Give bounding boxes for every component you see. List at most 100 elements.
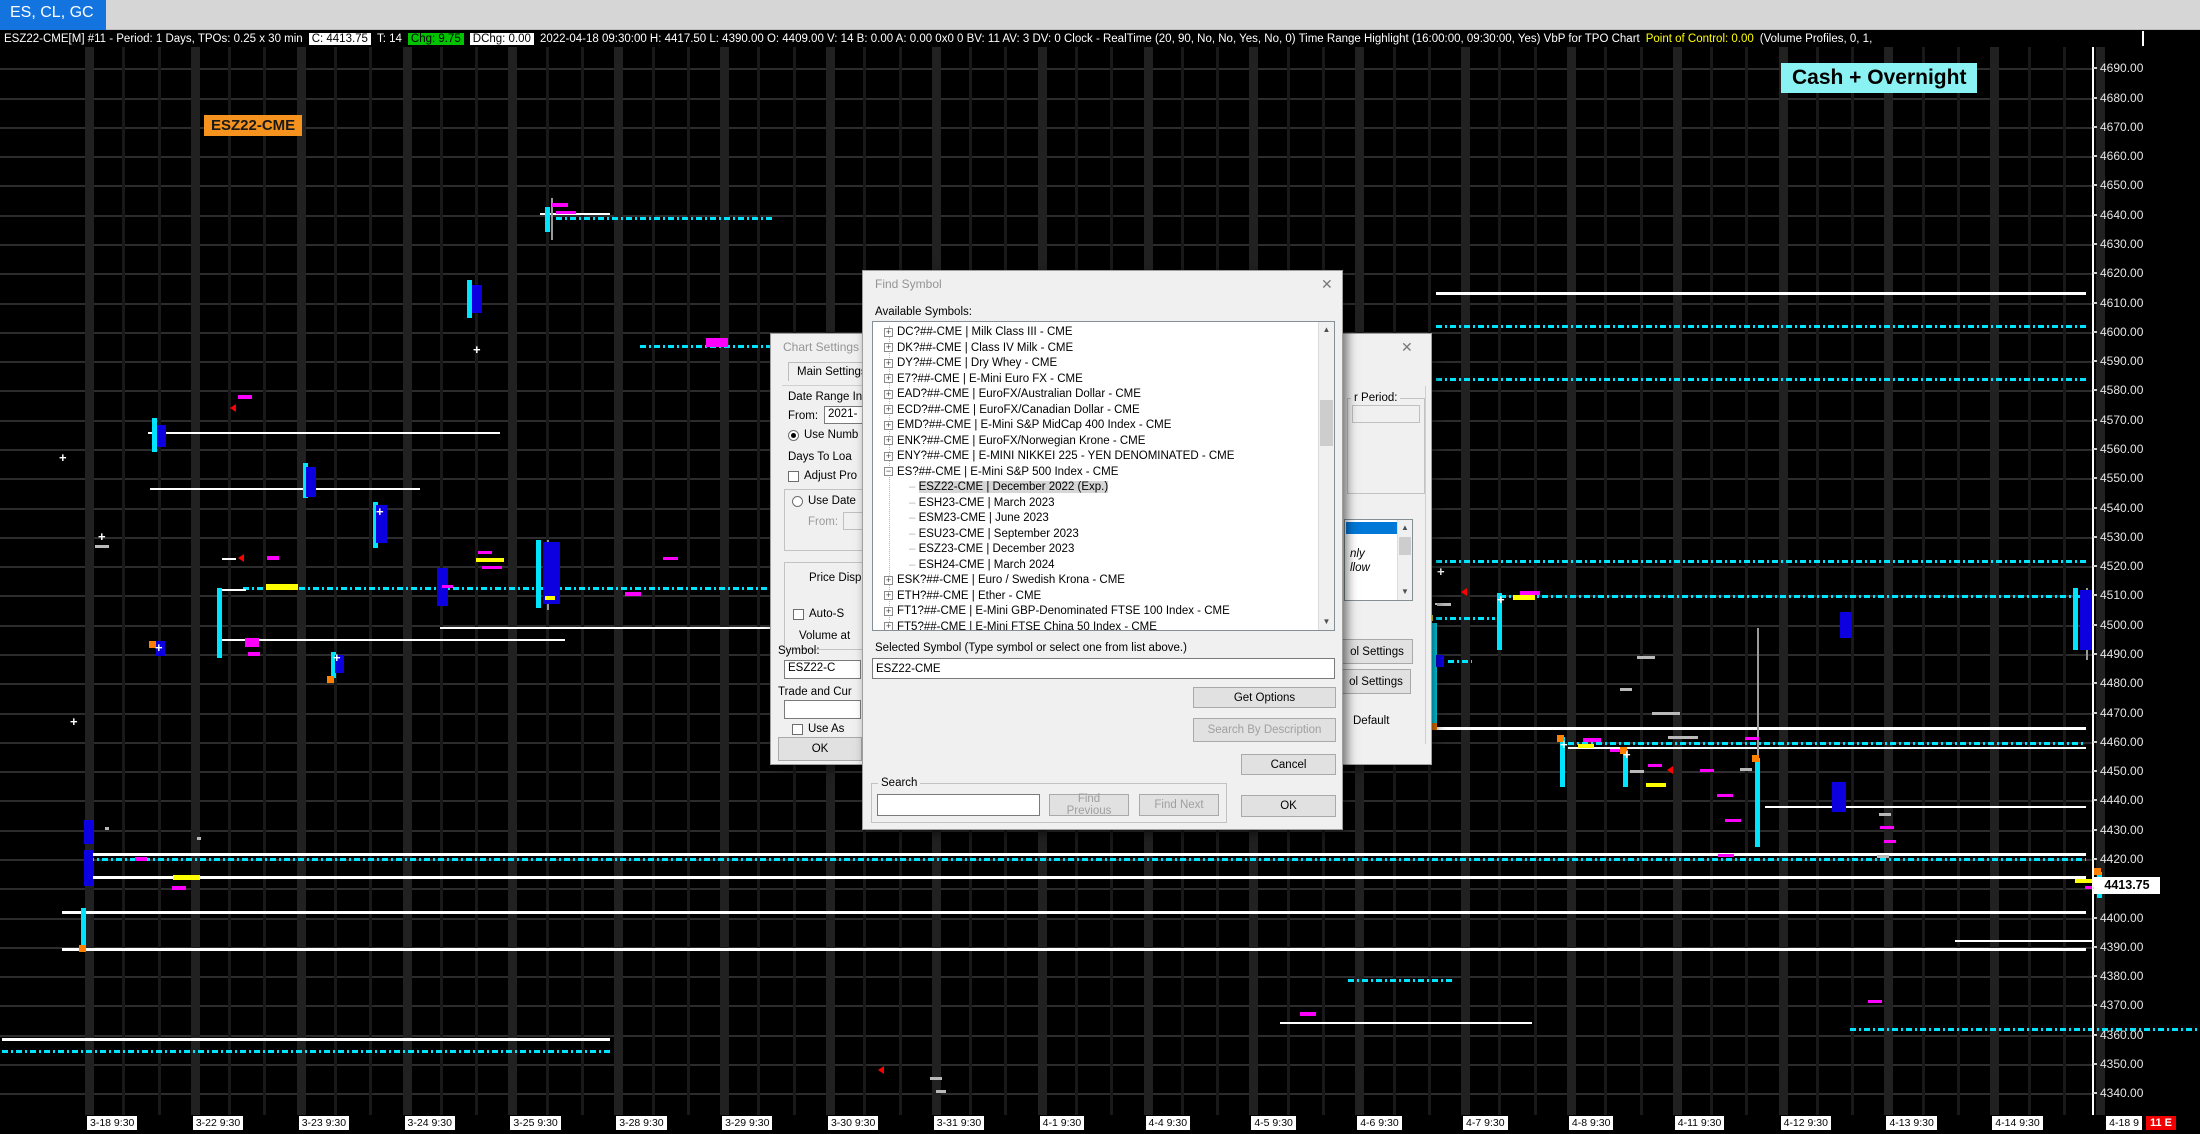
- symbol-tree-item-label[interactable]: ESH23-CME | March 2023: [919, 497, 1055, 509]
- price-axis-label: 4540.00: [2100, 501, 2143, 515]
- find-previous-button[interactable]: Find Previous: [1049, 794, 1129, 816]
- symbol-tree-item[interactable]: + ETH?##-CME | Ether - CME: [884, 590, 1324, 606]
- symbol-tree-item-label[interactable]: ECD?##-CME | EuroFX/Canadian Dollar - CM…: [897, 404, 1140, 416]
- tpo-mark-gray: [1740, 768, 1752, 771]
- listbox-item[interactable]: llow: [1350, 562, 1370, 574]
- adjust-checkbox[interactable]: [788, 471, 799, 482]
- chartbook-tab[interactable]: ES, CL, GC: [0, 0, 106, 30]
- symbol-tree-item-label[interactable]: ETH?##-CME | Ether - CME: [897, 590, 1041, 602]
- expand-icon[interactable]: +: [884, 359, 893, 368]
- chart-settings-ok-button[interactable]: OK: [778, 737, 862, 761]
- listbox-selected-row[interactable]: [1346, 522, 1397, 534]
- expand-icon[interactable]: +: [884, 576, 893, 585]
- default-button[interactable]: Default: [1353, 715, 1389, 727]
- expand-icon[interactable]: +: [884, 374, 893, 383]
- price-axis-label: 4470.00: [2100, 706, 2143, 720]
- trade-symbol-field[interactable]: [784, 700, 861, 719]
- symbol-tree-item-label[interactable]: FT1?##-CME | E-Mini GBP-Denominated FTSE…: [897, 605, 1230, 617]
- symbol-tree-item-label[interactable]: DY?##-CME | Dry Whey - CME: [897, 357, 1057, 369]
- symbol-tree-item-label[interactable]: ESZ23-CME | December 2023: [919, 543, 1075, 555]
- find-symbol-dialog: Find Symbol ✕ Available Symbols: +DC?##-…: [862, 270, 1343, 830]
- status-segment: Point of Control: 0.00: [1646, 33, 1754, 45]
- expand-icon[interactable]: +: [884, 421, 893, 430]
- use-number-radio[interactable]: [788, 430, 799, 441]
- symbol-tree-item-label[interactable]: ES?##-CME | E-Mini S&P 500 Index - CME: [897, 466, 1118, 478]
- tpo-mark-gray: [105, 827, 109, 830]
- symbol-settings-button-1[interactable]: ol Settings: [1341, 639, 1413, 664]
- scroll-down-icon[interactable]: ▼: [1319, 614, 1334, 630]
- symbol-tree-item-label[interactable]: EMD?##-CME | E-Mini S&P MidCap 400 Index…: [897, 419, 1171, 431]
- time-axis-label: 4-7 9:30: [1463, 1116, 1508, 1130]
- scrollbar-thumb[interactable]: [1320, 400, 1333, 446]
- ok-button[interactable]: OK: [1241, 795, 1336, 817]
- expand-icon[interactable]: +: [884, 343, 893, 352]
- symbol-tree-item[interactable]: + ESK?##-CME | Euro / Swedish Krona - CME: [884, 574, 1324, 590]
- scroll-down-icon[interactable]: ▼: [1398, 584, 1412, 600]
- symbol-tree-item-label[interactable]: ENK?##-CME | EuroFX/Norwegian Krone - CM…: [897, 435, 1145, 447]
- expand-icon[interactable]: +: [884, 436, 893, 445]
- time-axis[interactable]: 11 E 3-18 9:303-22 9:303-23 9:303-24 9:3…: [0, 1115, 2200, 1134]
- search-by-description-button[interactable]: Search By Description: [1193, 718, 1336, 742]
- symbol-tree-item-label[interactable]: ESU23-CME | September 2023: [919, 528, 1079, 540]
- symbol-tree-item[interactable]: + DC?##-CME | Milk Class III - CME: [884, 326, 1324, 342]
- symbol-tree-item[interactable]: + EMD?##-CME | E-Mini S&P MidCap 400 Inde…: [884, 419, 1324, 435]
- symbol-tree-item-label[interactable]: ENY?##-CME | E-MINI NIKKEI 225 - YEN DEN…: [897, 450, 1234, 462]
- symbol-tree-item[interactable]: – ESZ22-CME | December 2022 (Exp.): [909, 481, 1335, 497]
- use-as-checkbox[interactable]: [792, 724, 803, 735]
- symbol-tree-item-label[interactable]: ESM23-CME | June 2023: [919, 512, 1049, 524]
- symbol-field[interactable]: ESZ22-C: [784, 660, 861, 679]
- symbol-tree-item-label[interactable]: EAD?##-CME | EuroFX/Australian Dollar - …: [897, 388, 1141, 400]
- symbol-tree-item-label[interactable]: ESH24-CME | March 2024: [919, 559, 1055, 571]
- listbox-item[interactable]: nly: [1350, 548, 1365, 560]
- expand-icon[interactable]: +: [884, 390, 893, 399]
- find-next-button[interactable]: Find Next: [1139, 794, 1219, 816]
- selected-symbol-input[interactable]: [872, 658, 1335, 679]
- symbol-tree-item[interactable]: – ESH23-CME | March 2023: [909, 497, 1335, 513]
- symbol-tree-item[interactable]: – ESM23-CME | June 2023: [909, 512, 1335, 528]
- v-gridline: [1640, 47, 1643, 1115]
- auto-scale-checkbox[interactable]: [793, 609, 804, 620]
- expand-icon[interactable]: +: [884, 452, 893, 461]
- symbol-tree-item-label[interactable]: FT5?##-CME | E-Mini FTSE China 50 Index …: [897, 621, 1157, 632]
- scrollbar-thumb[interactable]: [1399, 537, 1411, 555]
- symbol-list-scrollbar[interactable]: ▲ ▼: [1318, 322, 1334, 630]
- get-options-button[interactable]: Get Options: [1193, 687, 1336, 708]
- symbol-tree-item[interactable]: + FT1?##-CME | E-Mini GBP-Denominated FTS…: [884, 605, 1324, 621]
- expand-icon[interactable]: +: [884, 405, 893, 414]
- symbol-tree-item[interactable]: – ESZ23-CME | December 2023: [909, 543, 1335, 559]
- symbol-tree-item[interactable]: + E7?##-CME | E-Mini Euro FX - CME: [884, 373, 1324, 389]
- symbol-tree-item[interactable]: – ESU23-CME | September 2023: [909, 528, 1335, 544]
- bar-period-field[interactable]: [1352, 405, 1420, 423]
- expand-icon[interactable]: +: [884, 622, 893, 631]
- symbol-tree-item[interactable]: −ES?##-CME | E-Mini S&P 500 Index - CME: [884, 466, 1324, 482]
- price-level-line: [2, 1038, 610, 1041]
- symbol-tree-item[interactable]: + DY?##-CME | Dry Whey - CME: [884, 357, 1324, 373]
- symbol-tree-item[interactable]: + ENY?##-CME | E-MINI NIKKEI 225 - YEN DE…: [884, 450, 1324, 466]
- symbol-tree-list[interactable]: + DC?##-CME | Milk Class III - CME + DK?##-…: [872, 321, 1335, 631]
- find-symbol-close-icon[interactable]: ✕: [1321, 276, 1333, 293]
- symbol-tree-item-label[interactable]: DK?##-CME | Class IV Milk - CME: [897, 342, 1073, 354]
- symbol-settings-button-2[interactable]: ol Settings: [1341, 669, 1411, 694]
- search-input[interactable]: [877, 794, 1040, 816]
- use-date-radio[interactable]: [792, 496, 803, 507]
- expand-icon[interactable]: +: [884, 591, 893, 600]
- symbol-tree-item[interactable]: + ECD?##-CME | EuroFX/Canadian Dollar - C…: [884, 404, 1324, 420]
- symbol-tree-item-label[interactable]: DC?##-CME | Milk Class III - CME: [897, 326, 1073, 338]
- scroll-up-icon[interactable]: ▲: [1398, 520, 1412, 536]
- symbol-tree-item[interactable]: + DK?##-CME | Class IV Milk - CME: [884, 342, 1324, 358]
- cs-listbox-scrollbar[interactable]: ▲ ▼: [1397, 520, 1412, 600]
- expand-icon[interactable]: +: [884, 607, 893, 616]
- cancel-button[interactable]: Cancel: [1241, 754, 1336, 775]
- symbol-tree-item-label[interactable]: ESK?##-CME | Euro / Swedish Krona - CME: [897, 574, 1125, 586]
- expand-icon[interactable]: +: [884, 328, 893, 337]
- symbol-tree-item-label[interactable]: E7?##-CME | E-Mini Euro FX - CME: [897, 373, 1083, 385]
- tpo-mark-magenta: [1717, 794, 1733, 797]
- symbol-tree-item[interactable]: + FT5?##-CME | E-Mini FTSE China 50 Index…: [884, 621, 1324, 632]
- collapse-icon[interactable]: −: [884, 467, 893, 476]
- chart-settings-close-icon[interactable]: ✕: [1401, 339, 1413, 356]
- symbol-tree-item[interactable]: – ESH24-CME | March 2024: [909, 559, 1335, 575]
- scroll-up-icon[interactable]: ▲: [1319, 322, 1334, 338]
- symbol-tree-item[interactable]: + ENK?##-CME | EuroFX/Norwegian Krone - C…: [884, 435, 1324, 451]
- symbol-tree-item-label[interactable]: ESZ22-CME | December 2022 (Exp.): [919, 481, 1109, 493]
- symbol-tree-item[interactable]: + EAD?##-CME | EuroFX/Australian Dollar -…: [884, 388, 1324, 404]
